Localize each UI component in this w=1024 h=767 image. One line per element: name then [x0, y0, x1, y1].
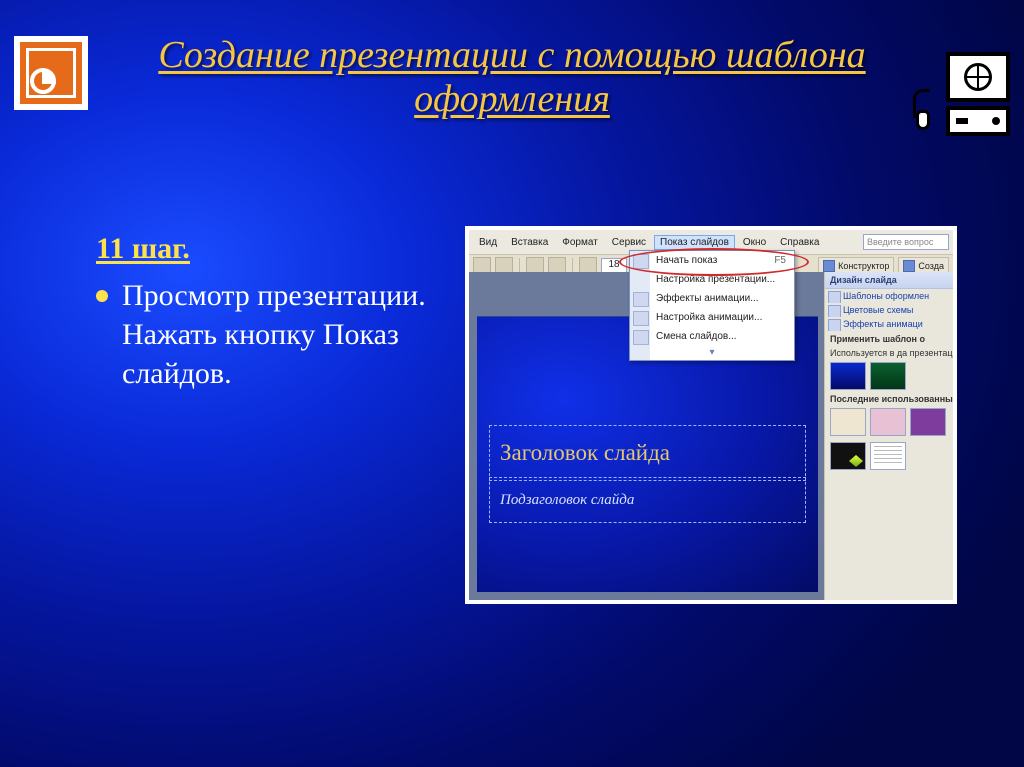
colors-icon	[828, 305, 841, 317]
dropdown-expand-icon[interactable]: ▾	[630, 346, 794, 360]
taskpane-thumbs-row	[825, 359, 953, 393]
designer-label: Конструктор	[838, 261, 889, 271]
taskpane-link-label: Шаблоны оформлен	[843, 291, 929, 301]
taskpane-thumbs-row	[825, 405, 953, 439]
menu-insert[interactable]: Вставка	[505, 235, 554, 250]
step-heading: 11 шаг.	[96, 232, 436, 266]
bullet-dot-icon	[96, 290, 108, 302]
dropdown-setup-show[interactable]: Настройка презентации...	[630, 270, 794, 289]
designer-icon	[823, 260, 835, 272]
animation-effects-icon	[633, 292, 649, 307]
taskpane-link-label: Эффекты анимаци	[843, 319, 923, 329]
taskpane-link-label: Цветовые схемы	[843, 305, 913, 315]
dropdown-animation-effects[interactable]: Эффекты анимации...	[630, 289, 794, 308]
dropdown-label: Эффекты анимации...	[656, 293, 759, 304]
dropdown-slide-transition[interactable]: Смена слайдов...	[630, 327, 794, 346]
custom-animation-icon	[633, 311, 649, 326]
dropdown-shortcut: F5	[774, 254, 786, 267]
slide-body: 11 шаг. Просмотр презентации. Нажать кно…	[96, 232, 436, 393]
title-placeholder[interactable]: Заголовок слайда	[489, 425, 806, 481]
menu-window[interactable]: Окно	[737, 235, 772, 250]
slide-transition-icon	[633, 330, 649, 345]
powerpoint-screenshot: Вид Вставка Формат Сервис Показ слайдов …	[465, 226, 957, 604]
template-thumb[interactable]	[870, 442, 906, 470]
templates-icon	[828, 291, 841, 303]
taskpane-link-templates[interactable]: Шаблоны оформлен	[825, 289, 953, 303]
presentation-slide: Создание презентации с помощью шаблона о…	[0, 0, 1024, 767]
taskpane-link-colors[interactable]: Цветовые схемы	[825, 303, 953, 317]
template-thumb[interactable]	[910, 408, 946, 436]
subtitle-placeholder[interactable]: Подзаголовок слайда	[489, 477, 806, 523]
dropdown-label: Начать показ	[656, 255, 717, 266]
template-thumb[interactable]	[830, 408, 866, 436]
bullet-text: Просмотр презентации. Нажать кнопку Пока…	[122, 276, 436, 393]
menu-format[interactable]: Формат	[556, 235, 604, 250]
task-pane: Дизайн слайда Шаблоны оформлен Цветовые …	[824, 272, 953, 600]
dropdown-start-show[interactable]: Начать показ F5	[630, 251, 794, 270]
slideshow-dropdown: Начать показ F5 Настройка презентации...…	[629, 250, 795, 361]
taskpane-recent-heading: Последние использованные	[825, 393, 953, 405]
taskpane-used-heading: Используется в да презентации	[825, 347, 953, 359]
dropdown-label: Настройка анимации...	[656, 312, 762, 323]
slide-title: Создание презентации с помощью шаблона о…	[120, 34, 904, 121]
menu-slideshow[interactable]: Показ слайдов	[654, 235, 735, 250]
bullet-item: Просмотр презентации. Нажать кнопку Пока…	[96, 276, 436, 393]
dropdown-label: Смена слайдов...	[656, 331, 737, 342]
powerpoint-logo-icon	[14, 36, 88, 110]
effects-icon	[828, 319, 841, 331]
new-slide-icon	[903, 260, 915, 272]
menu-view[interactable]: Вид	[473, 235, 503, 250]
dropdown-custom-animation[interactable]: Настройка анимации...	[630, 308, 794, 327]
taskpane-heading: Дизайн слайда	[825, 272, 953, 289]
taskpane-link-effects[interactable]: Эффекты анимаци	[825, 317, 953, 331]
menu-help[interactable]: Справка	[774, 235, 825, 250]
new-slide-label: Созда	[918, 261, 944, 271]
computer-illustration-icon	[906, 52, 1010, 138]
start-show-icon	[633, 254, 649, 269]
template-thumb[interactable]	[870, 362, 906, 390]
template-thumb[interactable]	[830, 442, 866, 470]
menu-tools[interactable]: Сервис	[606, 235, 652, 250]
taskpane-apply-heading: Применить шаблон о	[825, 331, 953, 347]
ask-question-input[interactable]: Введите вопрос	[863, 234, 949, 250]
taskpane-thumbs-row	[825, 439, 953, 473]
template-thumb[interactable]	[830, 362, 866, 390]
template-thumb[interactable]	[870, 408, 906, 436]
dropdown-label: Настройка презентации...	[656, 274, 775, 285]
